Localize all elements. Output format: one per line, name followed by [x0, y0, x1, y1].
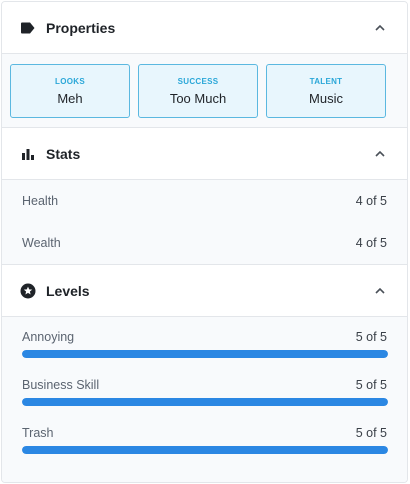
- character-panel: Properties LOOKS Meh SUCCESS Too Much TA…: [1, 1, 408, 483]
- chevron-up-icon[interactable]: [373, 147, 387, 161]
- progress-bar-track: [22, 398, 388, 406]
- chevron-up-icon[interactable]: [373, 284, 387, 298]
- chevron-up-icon[interactable]: [373, 21, 387, 35]
- stat-label: Wealth: [22, 236, 61, 250]
- progress-bar-fill: [22, 446, 388, 454]
- progress-bar-track: [22, 350, 388, 358]
- progress-bar-track: [22, 446, 388, 454]
- property-value: Too Much: [169, 90, 227, 106]
- property-label: TALENT: [309, 76, 343, 86]
- levels-title: Levels: [46, 282, 90, 299]
- property-value: Music: [309, 90, 343, 106]
- levels-title-group: Levels: [20, 283, 90, 299]
- stat-row-health: Health 4 of 5: [22, 180, 387, 222]
- properties-title: Properties: [46, 19, 116, 36]
- property-card-looks: LOOKS Meh: [10, 64, 130, 118]
- property-label: SUCCESS: [177, 76, 219, 86]
- properties-body: LOOKS Meh SUCCESS Too Much TALENT Music: [2, 54, 407, 128]
- level-trash: Trash 5 of 5: [22, 425, 388, 454]
- level-head: Trash 5 of 5: [22, 425, 387, 441]
- level-label: Annoying: [22, 330, 75, 344]
- stats-body: Health 4 of 5 Wealth 4 of 5: [2, 180, 407, 265]
- level-value: 5 of 5: [355, 426, 387, 440]
- progress-bar-fill: [22, 398, 388, 406]
- level-value: 5 of 5: [355, 378, 387, 392]
- levels-body: Annoying 5 of 5 Business Skill 5 of 5 Tr…: [2, 317, 407, 482]
- level-annoying: Annoying 5 of 5: [22, 329, 388, 358]
- level-head: Annoying 5 of 5: [22, 329, 387, 345]
- stat-row-wealth: Wealth 4 of 5: [22, 222, 387, 264]
- level-label: Trash: [22, 426, 54, 440]
- stat-value: 4 of 5: [355, 236, 387, 250]
- progress-bar-fill: [22, 350, 388, 358]
- stats-section-header[interactable]: Stats: [2, 128, 407, 180]
- tag-icon: [20, 20, 36, 36]
- stat-label: Health: [22, 194, 59, 208]
- level-label: Business Skill: [22, 378, 100, 392]
- properties-title-group: Properties: [20, 20, 115, 36]
- property-card-talent: TALENT Music: [266, 64, 386, 118]
- star-circle-icon: [20, 283, 36, 299]
- level-business-skill: Business Skill 5 of 5: [22, 377, 388, 406]
- stats-title-group: Stats: [20, 146, 80, 162]
- properties-section-header[interactable]: Properties: [2, 2, 407, 54]
- stats-title: Stats: [46, 145, 81, 162]
- level-value: 5 of 5: [355, 330, 387, 344]
- property-label: LOOKS: [55, 76, 85, 86]
- property-card-success: SUCCESS Too Much: [138, 64, 258, 118]
- level-head: Business Skill 5 of 5: [22, 377, 387, 393]
- stat-value: 4 of 5: [355, 194, 387, 208]
- levels-section-header[interactable]: Levels: [2, 265, 407, 317]
- bar-chart-icon: [20, 146, 36, 162]
- property-value: Meh: [57, 90, 83, 106]
